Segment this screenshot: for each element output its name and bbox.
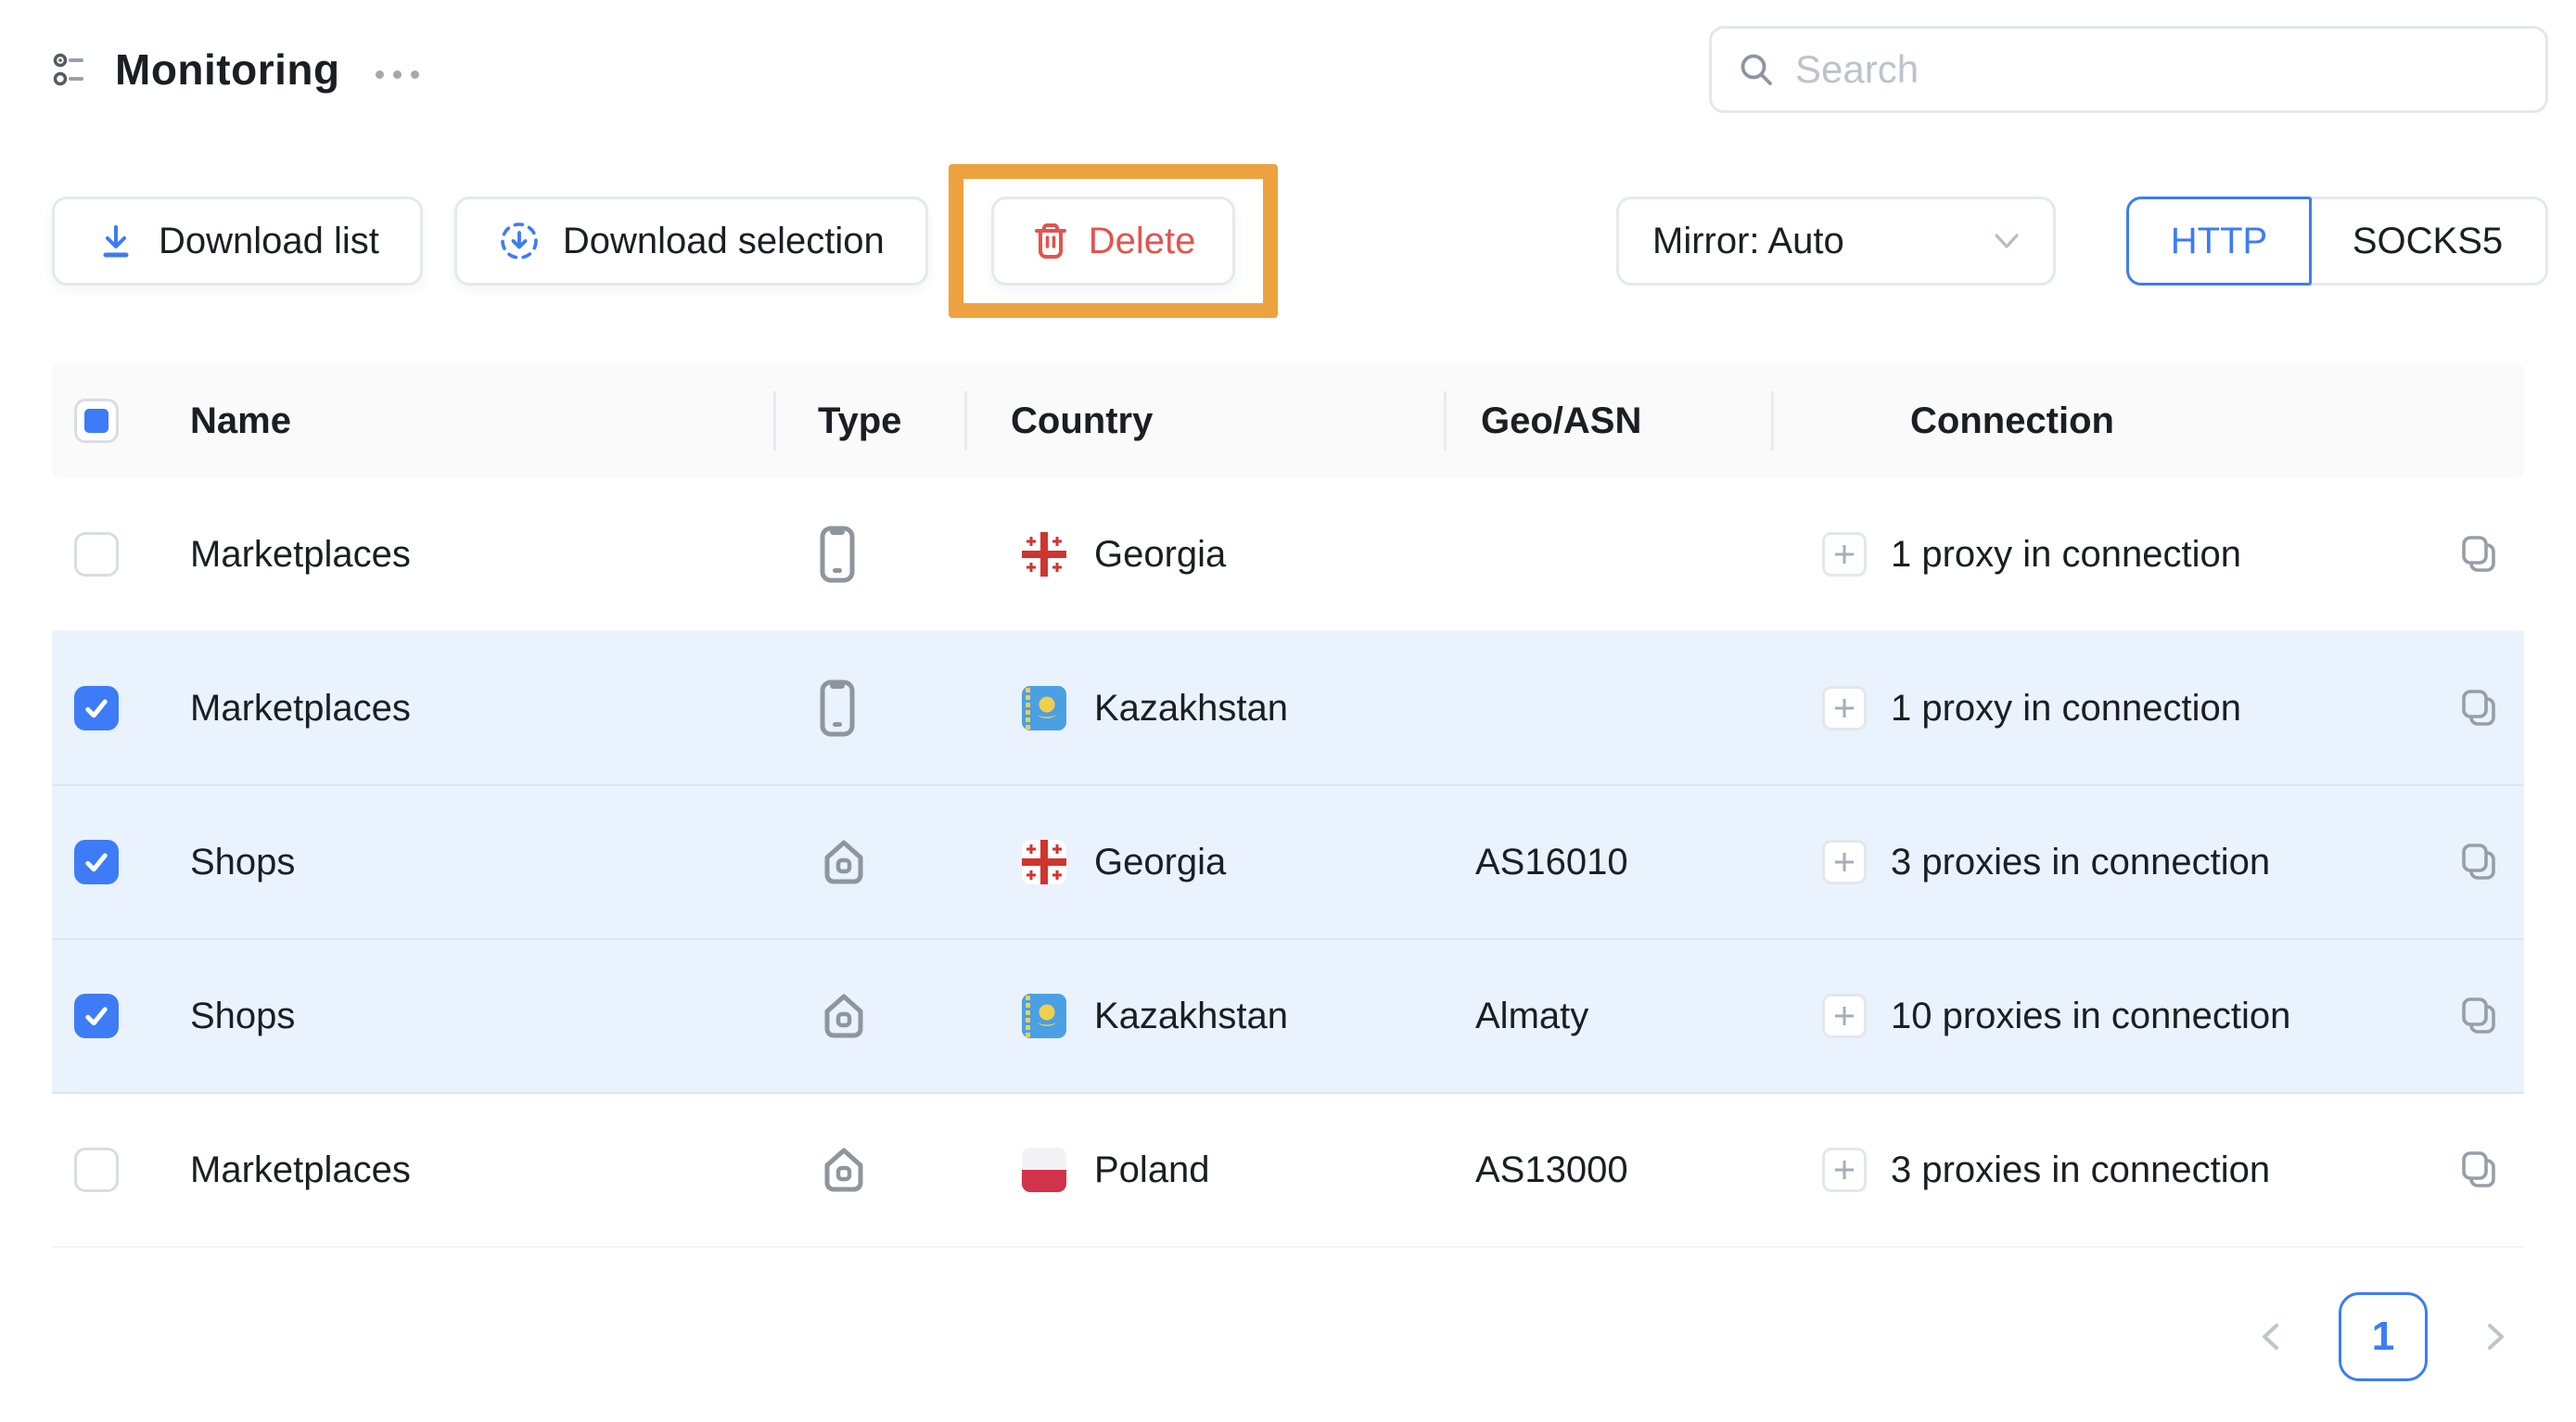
toolbar-right: Mirror: Auto HTTP SOCKS5 [1616, 197, 2548, 286]
mirror-select-value: Mirror: Auto [1652, 221, 1844, 262]
download-list-label: Download list [159, 221, 379, 262]
delete-label: Delete [1089, 221, 1196, 262]
plus-icon [1832, 1004, 1856, 1028]
protocol-segmented-control: HTTP SOCKS5 [2126, 197, 2548, 286]
page-header: Monitoring [52, 13, 2548, 126]
pagination: 1 [2255, 1292, 2511, 1381]
tab-socks5[interactable]: SOCKS5 [2310, 197, 2548, 286]
search-icon [1736, 49, 1777, 90]
proxy-table: Name Type Country Geo/ASN Connection Mar… [52, 363, 2524, 1248]
row-geo-asn [1444, 632, 1771, 784]
toolbar: Download list Download selection Delete [52, 164, 2548, 318]
column-header-name: Name [190, 363, 773, 478]
mobile-icon [820, 526, 855, 583]
copy-icon[interactable] [2457, 533, 2500, 576]
row-name: Shops [190, 940, 773, 1092]
download-selection-label: Download selection [563, 221, 885, 262]
check-icon [81, 1000, 112, 1032]
home-icon [820, 840, 868, 884]
row-checkbox[interactable] [74, 532, 119, 577]
plus-icon [1832, 542, 1856, 566]
row-geo-asn: AS16010 [1444, 786, 1771, 938]
table-row[interactable]: Marketplaces Kazakhstan 1 proxy in conne… [52, 632, 2524, 786]
home-icon [820, 1148, 868, 1192]
country-label: Georgia [1094, 842, 1226, 883]
mobile-icon [820, 679, 855, 737]
connection-label: 1 proxy in connection [1891, 688, 2241, 730]
more-options-icon[interactable] [376, 70, 419, 79]
connection-label: 3 proxies in connection [1891, 842, 2270, 883]
plus-icon [1832, 850, 1856, 874]
kazakhstan-flag-icon [1022, 686, 1066, 730]
expand-plus-button[interactable] [1822, 686, 1867, 730]
connection-label: 10 proxies in connection [1891, 996, 2290, 1037]
poland-flag-icon [1022, 1148, 1066, 1192]
download-icon [96, 221, 136, 261]
copy-icon[interactable] [2457, 687, 2500, 730]
country-label: Poland [1094, 1149, 1210, 1191]
row-name: Shops [190, 786, 773, 938]
row-name: Marketplaces [190, 632, 773, 784]
copy-icon[interactable] [2457, 995, 2500, 1037]
country-label: Kazakhstan [1094, 996, 1288, 1037]
row-name: Marketplaces [190, 1094, 773, 1246]
column-header-connection: Connection [1771, 363, 2411, 478]
check-icon [81, 692, 112, 724]
tab-http[interactable]: HTTP [2126, 197, 2312, 286]
row-checkbox[interactable] [74, 1148, 119, 1192]
column-header-type: Type [773, 363, 964, 478]
annotation-highlight-box: Delete [949, 164, 1279, 318]
table-header: Name Type Country Geo/ASN Connection [52, 363, 2524, 478]
trash-icon [1031, 221, 1070, 261]
mirror-select[interactable]: Mirror: Auto [1616, 197, 2056, 286]
georgia-flag-icon [1022, 840, 1066, 884]
check-icon [81, 846, 112, 878]
search-box [1709, 26, 2548, 113]
plus-icon [1832, 696, 1856, 720]
row-checkbox[interactable] [74, 686, 119, 730]
chevron-right-icon[interactable] [2480, 1318, 2511, 1355]
expand-plus-button[interactable] [1822, 1148, 1867, 1192]
plus-icon [1832, 1158, 1856, 1182]
chevron-down-icon [1994, 232, 2020, 250]
expand-plus-button[interactable] [1822, 840, 1867, 884]
download-list-button[interactable]: Download list [52, 197, 423, 286]
row-checkbox[interactable] [74, 994, 119, 1038]
column-header-actions [2411, 363, 2524, 478]
chevron-left-icon[interactable] [2255, 1318, 2287, 1355]
search-input[interactable] [1795, 47, 2521, 92]
copy-icon[interactable] [2457, 1149, 2500, 1191]
download-selection-icon [498, 220, 541, 262]
download-selection-button[interactable]: Download selection [454, 197, 928, 286]
country-label: Georgia [1094, 534, 1226, 576]
table-row[interactable]: Marketplaces Poland AS13000 3 proxies in… [52, 1094, 2524, 1248]
kazakhstan-flag-icon [1022, 994, 1066, 1038]
table-row[interactable]: Shops Kazakhstan Almaty 10 proxies in co… [52, 940, 2524, 1094]
table-row[interactable]: Shops Georgia AS16010 3 proxies in conne… [52, 786, 2524, 940]
expand-plus-button[interactable] [1822, 532, 1867, 577]
country-label: Kazakhstan [1094, 688, 1288, 730]
monitoring-icon [52, 48, 95, 91]
title-group: Monitoring [52, 44, 419, 95]
page-number-button[interactable]: 1 [2339, 1292, 2428, 1381]
home-icon [820, 994, 868, 1038]
connection-label: 3 proxies in connection [1891, 1149, 2270, 1191]
column-header-geo-asn: Geo/ASN [1444, 363, 1771, 478]
delete-button[interactable]: Delete [991, 197, 1236, 286]
connection-label: 1 proxy in connection [1891, 534, 2241, 576]
row-checkbox[interactable] [74, 840, 119, 884]
row-geo-asn [1444, 478, 1771, 630]
expand-plus-button[interactable] [1822, 994, 1867, 1038]
select-all-checkbox[interactable] [74, 399, 119, 443]
row-name: Marketplaces [190, 478, 773, 630]
row-geo-asn: Almaty [1444, 940, 1771, 1092]
copy-icon[interactable] [2457, 841, 2500, 883]
column-header-country: Country [964, 363, 1444, 478]
row-geo-asn: AS13000 [1444, 1094, 1771, 1246]
page-title: Monitoring [115, 44, 340, 95]
monitoring-page: Monitoring Download list Download sel [0, 0, 2576, 1422]
table-row[interactable]: Marketplaces Georgia 1 proxy in connecti… [52, 478, 2524, 632]
georgia-flag-icon [1022, 532, 1066, 577]
